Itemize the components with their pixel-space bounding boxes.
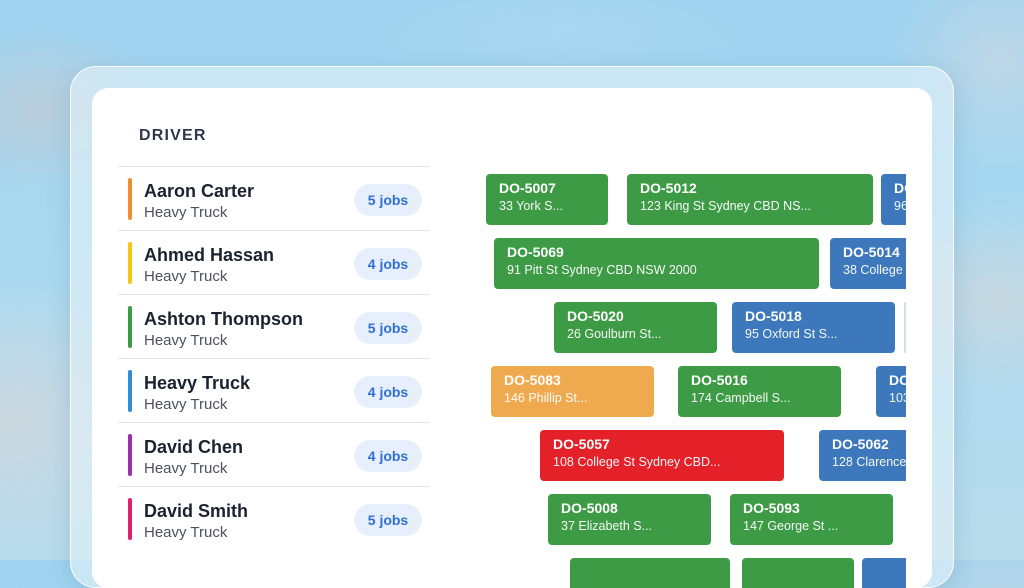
job-address: 123 King St Sydney CBD NS... — [640, 199, 811, 213]
job-block[interactable]: DO-5093 147 George St ... — [730, 494, 893, 545]
driver-vehicle: Heavy Truck — [144, 460, 228, 477]
job-block-partial[interactable] — [742, 558, 854, 588]
job-id: DO-5016 — [691, 372, 748, 388]
job-block[interactable]: DO-5057 108 College St Sydney CBD... — [540, 430, 784, 481]
job-block[interactable]: DO-5007 33 York S... — [486, 174, 608, 225]
driver-color-bar — [128, 178, 132, 220]
job-block[interactable]: DC 103 — [876, 366, 906, 417]
driver-name: David Chen — [144, 437, 244, 457]
jobs-count-badge[interactable]: 5 jobs — [354, 184, 422, 216]
driver-row[interactable]: Aaron Carter Heavy Truck 5 jobs — [118, 166, 430, 230]
driver-row[interactable]: Ahmed Hassan Heavy Truck 4 jobs — [118, 230, 430, 294]
driver-color-bar — [128, 242, 132, 284]
job-id: DO-5008 — [561, 500, 618, 516]
job-block[interactable]: DO-5069 91 Pitt St Sydney CBD NSW 2000 — [494, 238, 819, 289]
driver-row[interactable]: David Chen Heavy Truck 4 jobs — [118, 422, 430, 486]
job-address: 128 Clarence — [832, 455, 906, 469]
job-address: 37 Elizabeth S... — [561, 519, 653, 533]
job-block[interactable]: DO-5016 174 Campbell S... — [678, 366, 841, 417]
job-id: DO-5093 — [743, 500, 800, 516]
job-address: 174 Campbell S... — [691, 391, 791, 405]
driver-row[interactable]: Ashton Thompson Heavy Truck 5 jobs — [118, 294, 430, 358]
driver-vehicle: Heavy Truck — [144, 268, 228, 285]
schedule-timeline: DO-5007 33 York S... DO-5012 123 King St… — [486, 174, 906, 588]
job-block[interactable]: DO-5008 37 Elizabeth S... — [548, 494, 711, 545]
job-address: 38 College — [843, 263, 903, 277]
driver-vehicle: Heavy Truck — [144, 396, 228, 413]
job-id: DO-5020 — [567, 308, 624, 324]
jobs-count-badge[interactable]: 5 jobs — [354, 504, 422, 536]
driver-name: Ahmed Hassan — [144, 245, 275, 265]
job-block[interactable]: DO-5018 95 Oxford St S... — [732, 302, 895, 353]
job-id: DO-5012 — [640, 180, 697, 196]
driver-vehicle: Heavy Truck — [144, 332, 228, 349]
job-id: DO — [894, 180, 906, 196]
driver-color-bar — [128, 306, 132, 348]
job-address: 96 — [894, 199, 906, 213]
job-block[interactable]: DO-5062 128 Clarence — [819, 430, 906, 481]
driver-color-bar — [128, 434, 132, 476]
driver-vehicle: Heavy Truck — [144, 524, 228, 541]
job-address: 33 York S... — [499, 199, 563, 213]
job-block[interactable]: DO-5014 38 College — [830, 238, 906, 289]
job-id: DO-5007 — [499, 180, 556, 196]
jobs-count-badge[interactable]: 4 jobs — [354, 248, 422, 280]
driver-column-header: DRIVER — [139, 127, 207, 144]
job-block[interactable]: DO-5083 146 Phillip St... — [491, 366, 654, 417]
job-address: 26 Goulburn St... — [567, 327, 662, 341]
job-id: DC — [889, 372, 906, 388]
driver-list: Aaron Carter Heavy Truck 5 jobs Ahmed Ha… — [118, 166, 430, 550]
job-block[interactable]: DO-5012 123 King St Sydney CBD NS... — [627, 174, 873, 225]
driver-row[interactable]: David Smith Heavy Truck 5 jobs — [118, 486, 430, 550]
job-id: DO-5062 — [832, 436, 889, 452]
job-block-edge — [904, 302, 906, 353]
job-block[interactable]: DO 96 — [881, 174, 906, 225]
driver-name: Heavy Truck — [144, 373, 251, 393]
dispatch-card: DRIVER Aaron Carter Heavy Truck 5 jobs A… — [92, 88, 932, 588]
job-block-partial[interactable] — [862, 558, 906, 588]
job-id: DO-5057 — [553, 436, 610, 452]
job-id: DO-5018 — [745, 308, 802, 324]
jobs-count-badge[interactable]: 4 jobs — [354, 440, 422, 472]
job-address: 108 College St Sydney CBD... — [553, 455, 721, 469]
driver-name: Ashton Thompson — [144, 309, 303, 329]
driver-color-bar — [128, 498, 132, 540]
job-address: 147 George St ... — [743, 519, 839, 533]
job-id: DO-5069 — [507, 244, 564, 260]
driver-row[interactable]: Heavy Truck Heavy Truck 4 jobs — [118, 358, 430, 422]
driver-name: David Smith — [144, 501, 249, 521]
driver-name: Aaron Carter — [144, 181, 255, 201]
driver-vehicle: Heavy Truck — [144, 204, 228, 221]
job-address: 146 Phillip St... — [504, 391, 588, 405]
job-address: 95 Oxford St S... — [745, 327, 838, 341]
job-address: 91 Pitt St Sydney CBD NSW 2000 — [507, 263, 697, 277]
jobs-count-badge[interactable]: 4 jobs — [354, 376, 422, 408]
job-id: DO-5014 — [843, 244, 900, 260]
job-address: 103 — [889, 391, 906, 405]
driver-color-bar — [128, 370, 132, 412]
job-block[interactable]: DO-5020 26 Goulburn St... — [554, 302, 717, 353]
job-id: DO-5083 — [504, 372, 561, 388]
job-block-partial[interactable] — [570, 558, 730, 588]
jobs-count-badge[interactable]: 5 jobs — [354, 312, 422, 344]
